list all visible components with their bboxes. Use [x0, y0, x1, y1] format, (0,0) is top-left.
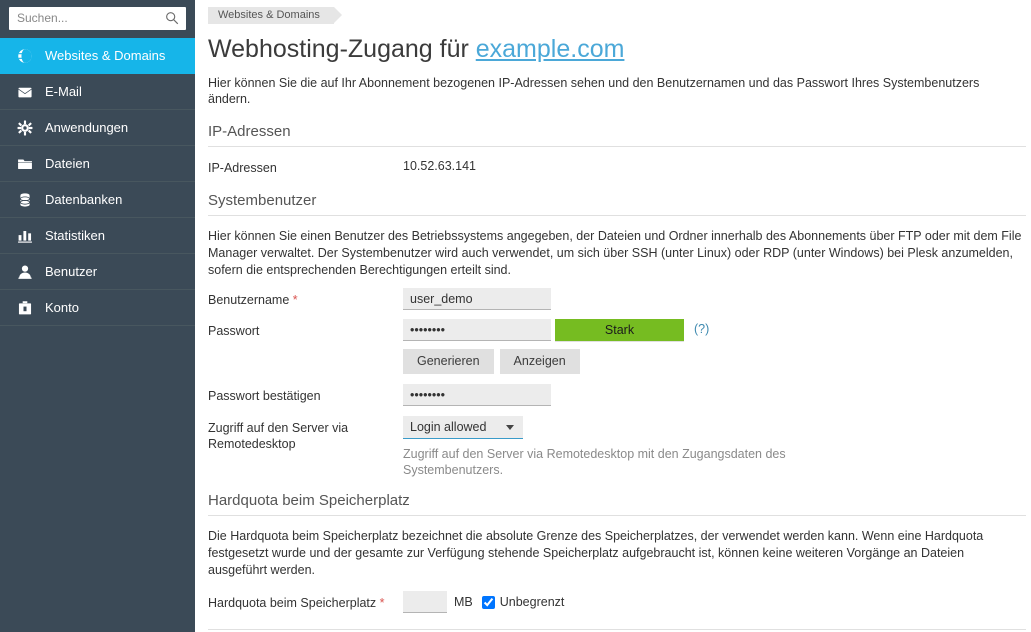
section-heading-hardquota: Hardquota beim Speicherplatz — [208, 492, 1026, 516]
gear-icon — [16, 119, 34, 137]
server-access-hint: Zugriff auf den Server via Remotedesktop… — [403, 447, 786, 477]
sidebar-item-label: Anwendungen — [45, 120, 129, 135]
ip-address-label: IP-Adressen — [208, 161, 277, 175]
hardquota-label: Hardquota beim Speicherplatz * — [208, 591, 403, 611]
app-root: Websites & Domains E-Mail — [0, 0, 1031, 632]
search-box[interactable] — [9, 7, 186, 30]
server-access-select-wrap[interactable]: Login allowed — [403, 416, 523, 439]
hardquota-unit: MB — [454, 595, 473, 609]
confirm-password-input[interactable] — [403, 384, 551, 406]
sidebar-item-label: Benutzer — [45, 264, 98, 279]
breadcrumb[interactable]: Websites & Domains — [208, 7, 342, 24]
sidebar-item-label: Konto — [45, 300, 79, 315]
sidebar-item-label: E-Mail — [45, 84, 82, 99]
briefcase-icon — [16, 299, 34, 317]
server-access-row: Zugriff auf den Server via Remotedesktop… — [208, 416, 1031, 478]
search-input[interactable] — [9, 8, 186, 29]
sidebar-item-datenbanken[interactable]: Datenbanken — [0, 182, 195, 218]
unlimited-checkbox-wrap[interactable]: Unbegrenzt — [481, 595, 565, 609]
password-label: Passwort — [208, 324, 260, 338]
sidebar-item-benutzer[interactable]: Benutzer — [0, 254, 195, 290]
password-help-link[interactable]: (?) — [694, 319, 709, 336]
generate-password-button[interactable]: Generieren — [403, 349, 494, 374]
sidebar-nav: Websites & Domains E-Mail Anwendungen Da… — [0, 38, 195, 326]
server-access-select[interactable]: Login allowed — [403, 416, 523, 439]
envelope-icon — [16, 83, 34, 101]
database-icon — [16, 191, 34, 209]
folder-icon — [16, 155, 34, 173]
sidebar-item-konto[interactable]: Konto — [0, 290, 195, 326]
username-input[interactable] — [403, 288, 551, 310]
sidebar-item-dateien[interactable]: Dateien — [0, 146, 195, 182]
password-strength-meter: Stark — [555, 319, 684, 342]
user-icon — [16, 263, 34, 281]
sidebar-item-websites-domains[interactable]: Websites & Domains — [0, 38, 195, 74]
sidebar-item-statistiken[interactable]: Statistiken — [0, 218, 195, 254]
main-content: Websites & Domains Webhosting-Zugang für… — [195, 0, 1031, 632]
ip-address-value: 10.52.63.141 — [403, 159, 476, 173]
password-input[interactable] — [403, 319, 551, 341]
confirm-password-row: Passwort bestätigen — [208, 384, 1031, 406]
required-marker: * — [379, 596, 385, 610]
bar-chart-icon — [16, 227, 34, 245]
confirm-password-label: Passwort bestätigen — [208, 389, 321, 403]
hardquota-label-text: Hardquota beim Speicherplatz — [208, 596, 380, 610]
page-title: Webhosting-Zugang für example.com — [208, 34, 1031, 64]
sidebar-item-anwendungen[interactable]: Anwendungen — [0, 110, 195, 146]
systembenutzer-description: Hier können Sie einen Benutzer des Betri… — [208, 229, 1022, 277]
server-access-label: Zugriff auf den Server via Remotedesktop — [208, 421, 349, 451]
page-title-prefix: Webhosting-Zugang für — [208, 35, 476, 63]
sidebar-item-label: Datenbanken — [45, 192, 123, 207]
password-row: Passwort Stark (?) — [208, 319, 1031, 342]
domain-link[interactable]: example.com — [476, 35, 625, 63]
sidebar-item-label: Websites & Domains — [45, 48, 166, 63]
username-label-text: Benutzername — [208, 293, 293, 307]
username-label: Benutzername * — [208, 288, 403, 308]
show-password-button[interactable]: Anzeigen — [499, 349, 580, 374]
unlimited-checkbox[interactable] — [481, 595, 495, 609]
hardquota-input[interactable] — [403, 591, 447, 613]
section-heading-systembenutzer: Systembenutzer — [208, 192, 1026, 216]
sidebar-item-label: Dateien — [45, 156, 90, 171]
section-heading-ip: IP-Adressen — [208, 123, 1026, 147]
sidebar-item-email[interactable]: E-Mail — [0, 74, 195, 110]
username-row: Benutzername * — [208, 288, 1031, 310]
hardquota-description: Die Hardquota beim Speicherplatz bezeich… — [208, 529, 984, 577]
sidebar: Websites & Domains E-Mail — [0, 0, 195, 632]
password-actions-row: Generieren Anzeigen — [208, 349, 1031, 374]
unlimited-label: Unbegrenzt — [499, 595, 565, 609]
sidebar-search-area — [0, 0, 195, 38]
password-actions-spacer — [208, 349, 403, 353]
page-intro: Hier können Sie die auf Ihr Abonnement b… — [208, 76, 980, 106]
required-marker: * — [292, 293, 298, 307]
globe-icon — [16, 47, 34, 65]
sidebar-item-label: Statistiken — [45, 228, 105, 243]
ip-address-row: IP-Adressen 10.52.63.141 — [208, 156, 1031, 176]
hardquota-row: Hardquota beim Speicherplatz * MB Unbegr… — [208, 591, 1031, 613]
